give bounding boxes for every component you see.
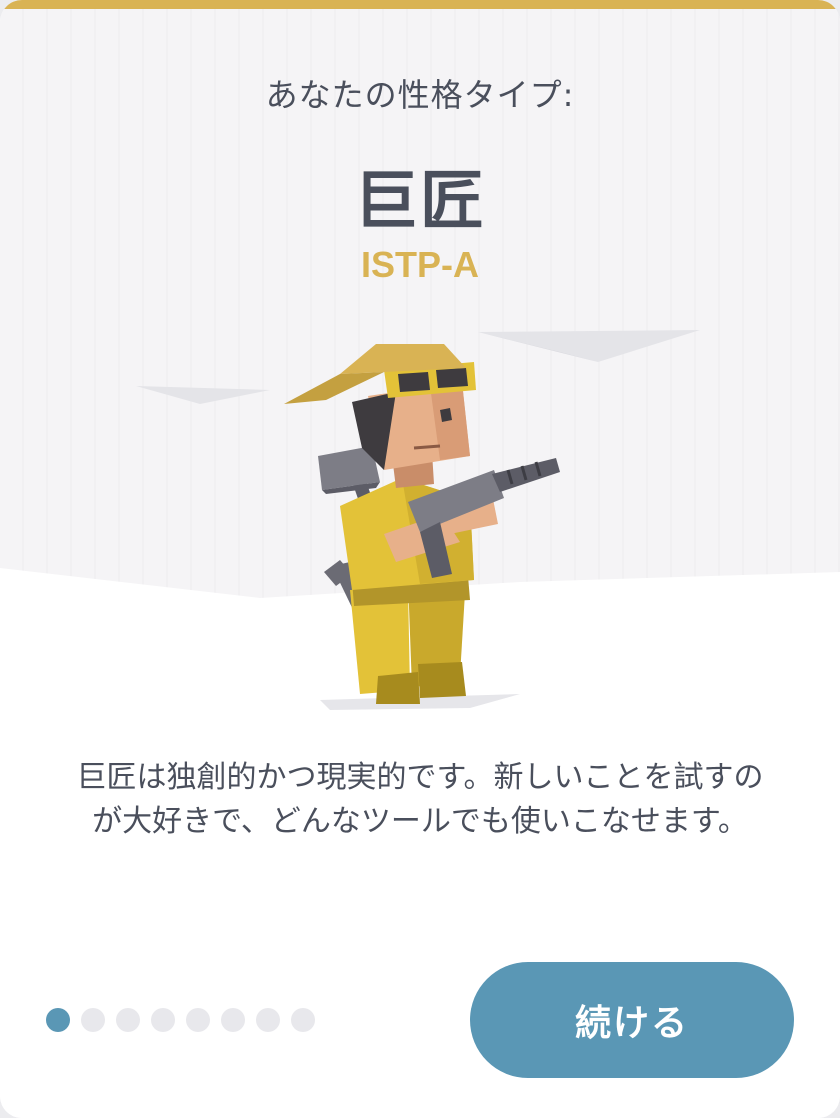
- pagination-dots: [46, 1008, 315, 1032]
- virtuoso-craftsman-illustration: [284, 344, 560, 710]
- page-dot[interactable]: [151, 1008, 175, 1032]
- page-dot[interactable]: [221, 1008, 245, 1032]
- page-dot[interactable]: [291, 1008, 315, 1032]
- type-description: 巨匠は独創的かつ現実的です。新しいことを試すの が大好きで、どんなツールでも使い…: [40, 756, 800, 844]
- page-dot[interactable]: [116, 1008, 140, 1032]
- continue-button[interactable]: 続ける: [470, 962, 794, 1078]
- personality-result-card: あなたの性格タイプ: 巨匠 ISTP-A 巨匠は独創的かつ現実的です。新しいこと…: [0, 0, 840, 1118]
- description-line: 巨匠は独創的かつ現実的です。新しいことを試すの: [76, 760, 764, 795]
- page-dot[interactable]: [81, 1008, 105, 1032]
- page-dot-active[interactable]: [46, 1008, 70, 1032]
- page-dot[interactable]: [186, 1008, 210, 1032]
- page-dot[interactable]: [256, 1008, 280, 1032]
- description-line: が大好きで、どんなツールでも使いこなせます。: [92, 804, 748, 839]
